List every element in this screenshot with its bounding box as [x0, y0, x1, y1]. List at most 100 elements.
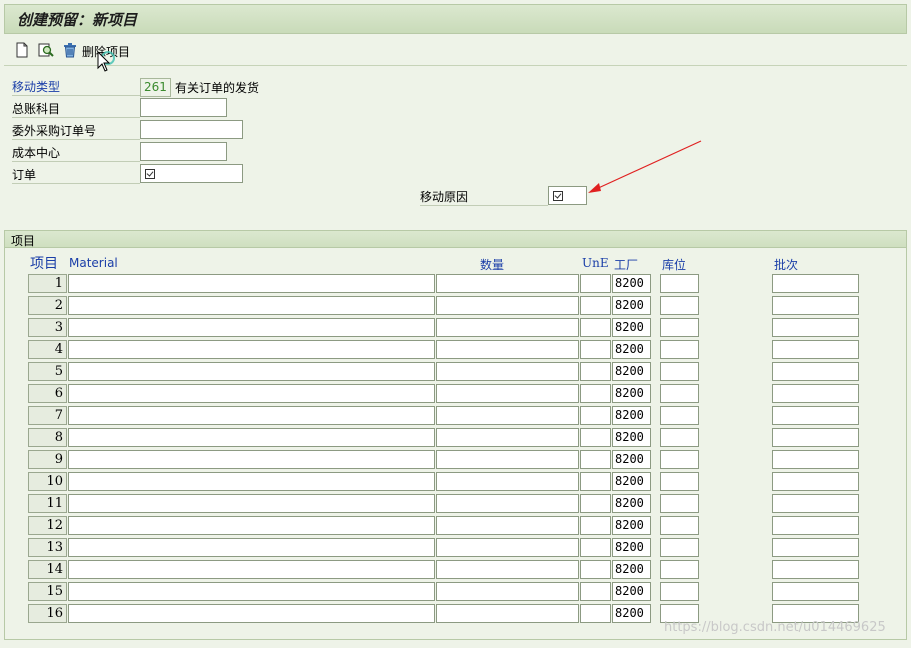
storage-location-input[interactable]	[660, 384, 699, 403]
plant-input[interactable]: 8200	[612, 274, 651, 293]
material-input[interactable]	[68, 384, 435, 403]
material-input[interactable]	[68, 428, 435, 447]
plant-input[interactable]: 8200	[612, 538, 651, 557]
quantity-input[interactable]	[436, 582, 579, 601]
plant-input[interactable]: 8200	[612, 296, 651, 315]
storage-location-input[interactable]	[660, 450, 699, 469]
material-input[interactable]	[68, 340, 435, 359]
quantity-input[interactable]	[436, 362, 579, 381]
quantity-input[interactable]	[436, 384, 579, 403]
storage-location-input[interactable]	[660, 538, 699, 557]
unit-input[interactable]	[580, 340, 611, 359]
batch-input[interactable]	[772, 318, 859, 337]
batch-input[interactable]	[772, 428, 859, 447]
material-input[interactable]	[68, 318, 435, 337]
storage-location-input[interactable]	[660, 296, 699, 315]
storage-location-input[interactable]	[660, 406, 699, 425]
quantity-input[interactable]	[436, 274, 579, 293]
unit-input[interactable]	[580, 494, 611, 513]
unit-input[interactable]	[580, 582, 611, 601]
batch-input[interactable]	[772, 296, 859, 315]
plant-input[interactable]: 8200	[612, 472, 651, 491]
storage-location-input[interactable]	[660, 516, 699, 535]
gl-account-input[interactable]	[140, 98, 227, 117]
storage-location-input[interactable]	[660, 362, 699, 381]
unit-input[interactable]	[580, 604, 611, 623]
unit-input[interactable]	[580, 516, 611, 535]
quantity-input[interactable]	[436, 406, 579, 425]
storage-location-input[interactable]	[660, 274, 699, 293]
unit-input[interactable]	[580, 384, 611, 403]
material-input[interactable]	[68, 560, 435, 579]
batch-input[interactable]	[772, 582, 859, 601]
quantity-input[interactable]	[436, 472, 579, 491]
quantity-input[interactable]	[436, 538, 579, 557]
material-input[interactable]	[68, 296, 435, 315]
plant-input[interactable]: 8200	[612, 582, 651, 601]
batch-input[interactable]	[772, 384, 859, 403]
unit-input[interactable]	[580, 406, 611, 425]
plant-input[interactable]: 8200	[612, 494, 651, 513]
subcontract-po-input[interactable]	[140, 120, 243, 139]
storage-location-input[interactable]	[660, 494, 699, 513]
storage-location-input[interactable]	[660, 428, 699, 447]
find-icon[interactable]	[38, 42, 54, 58]
unit-input[interactable]	[580, 296, 611, 315]
batch-input[interactable]	[772, 406, 859, 425]
material-input[interactable]	[68, 516, 435, 535]
batch-input[interactable]	[772, 516, 859, 535]
material-input[interactable]	[68, 538, 435, 557]
batch-input[interactable]	[772, 538, 859, 557]
unit-input[interactable]	[580, 450, 611, 469]
storage-location-input[interactable]	[660, 318, 699, 337]
material-input[interactable]	[68, 494, 435, 513]
unit-input[interactable]	[580, 538, 611, 557]
quantity-input[interactable]	[436, 296, 579, 315]
plant-input[interactable]: 8200	[612, 340, 651, 359]
storage-location-input[interactable]	[660, 472, 699, 491]
material-input[interactable]	[68, 406, 435, 425]
plant-input[interactable]: 8200	[612, 406, 651, 425]
material-input[interactable]	[68, 582, 435, 601]
quantity-input[interactable]	[436, 340, 579, 359]
unit-input[interactable]	[580, 560, 611, 579]
quantity-input[interactable]	[436, 428, 579, 447]
storage-location-input[interactable]	[660, 582, 699, 601]
unit-input[interactable]	[580, 472, 611, 491]
unit-input[interactable]	[580, 428, 611, 447]
quantity-input[interactable]	[436, 318, 579, 337]
quantity-input[interactable]	[436, 494, 579, 513]
order-input[interactable]	[140, 164, 243, 183]
batch-input[interactable]	[772, 340, 859, 359]
material-input[interactable]	[68, 362, 435, 381]
batch-input[interactable]	[772, 362, 859, 381]
batch-input[interactable]	[772, 450, 859, 469]
material-input[interactable]	[68, 274, 435, 293]
material-input[interactable]	[68, 472, 435, 491]
batch-input[interactable]	[772, 472, 859, 491]
plant-input[interactable]: 8200	[612, 604, 651, 623]
plant-input[interactable]: 8200	[612, 516, 651, 535]
plant-input[interactable]: 8200	[612, 318, 651, 337]
new-document-icon[interactable]	[14, 42, 30, 58]
batch-input[interactable]	[772, 494, 859, 513]
batch-input[interactable]	[772, 560, 859, 579]
unit-input[interactable]	[580, 274, 611, 293]
material-input[interactable]	[68, 450, 435, 469]
quantity-input[interactable]	[436, 560, 579, 579]
material-input[interactable]	[68, 604, 435, 623]
batch-input[interactable]	[772, 274, 859, 293]
plant-input[interactable]: 8200	[612, 428, 651, 447]
storage-location-input[interactable]	[660, 340, 699, 359]
storage-location-input[interactable]	[660, 560, 699, 579]
plant-input[interactable]: 8200	[612, 450, 651, 469]
plant-input[interactable]: 8200	[612, 384, 651, 403]
plant-input[interactable]: 8200	[612, 560, 651, 579]
quantity-input[interactable]	[436, 516, 579, 535]
unit-input[interactable]	[580, 318, 611, 337]
cost-center-input[interactable]	[140, 142, 227, 161]
unit-input[interactable]	[580, 362, 611, 381]
quantity-input[interactable]	[436, 604, 579, 623]
quantity-input[interactable]	[436, 450, 579, 469]
plant-input[interactable]: 8200	[612, 362, 651, 381]
